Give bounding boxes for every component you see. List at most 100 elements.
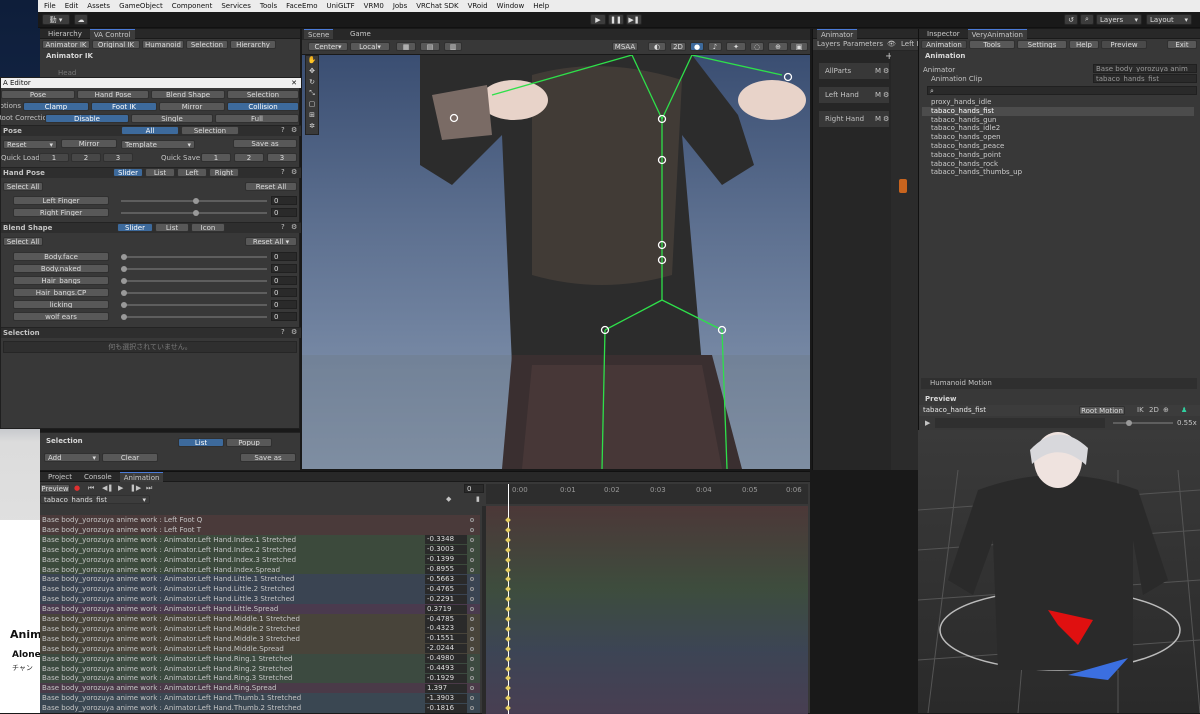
first-key-icon[interactable]: ⏮	[88, 484, 94, 493]
animation-clip-field[interactable]: tabaco_hands_fist	[1093, 74, 1197, 83]
prev-key-icon[interactable]: ◀❚	[102, 484, 113, 492]
animator-ik-tab[interactable]: Animator IK	[42, 40, 90, 49]
blend-list-toggle[interactable]: List	[155, 223, 189, 232]
selection-popup-toggle[interactable]: Popup	[226, 438, 272, 447]
blend-shape-row[interactable]: Hair_bangs	[13, 276, 109, 285]
rotate-tool-icon[interactable]: ↻	[306, 78, 318, 89]
hidden-objects-icon[interactable]: ◌	[750, 42, 764, 51]
property-row[interactable]: Base body_yorozuya anime work : Animator…	[40, 564, 480, 575]
preview-render[interactable]	[918, 430, 1200, 713]
keyframe-toggle-icon[interactable]	[470, 666, 474, 671]
menu-services[interactable]: Services	[221, 2, 251, 10]
preview-timeline[interactable]	[935, 418, 1105, 428]
foot-ik-toggle[interactable]: Foot IK	[91, 102, 157, 111]
root-motion-toggle[interactable]: Root Motion	[1079, 406, 1125, 415]
property-row[interactable]: Base body_yorozuya anime work : Animator…	[40, 584, 480, 595]
property-value[interactable]: 1.397	[425, 683, 467, 693]
quick-load-2[interactable]: 2	[71, 153, 101, 162]
keyframe-toggle-icon[interactable]	[470, 656, 474, 661]
increment-snap-icon[interactable]: ▤	[420, 42, 440, 51]
property-row[interactable]: Base body_yorozuya anime work : Animator…	[40, 574, 480, 585]
clip-list-item[interactable]: tabaco_hands_peace	[922, 142, 1194, 151]
property-row[interactable]: Base body_yorozuya anime work : Animator…	[40, 633, 480, 644]
help-icon[interactable]: ?	[281, 126, 285, 134]
tab-animator[interactable]: Animator	[817, 28, 858, 39]
property-value[interactable]: -0.1929	[425, 673, 467, 683]
quick-load-1[interactable]: 1	[39, 153, 69, 162]
property-row[interactable]: Base body_yorozuya anime work : Animator…	[40, 604, 480, 615]
gear-icon[interactable]: ⚙	[291, 126, 297, 134]
keyframe-toggle-icon[interactable]	[470, 626, 474, 631]
eye-icon[interactable]: 👁	[887, 40, 896, 48]
menu-vroid[interactable]: VRoid	[468, 2, 488, 10]
selection-section-header[interactable]: Selection	[1, 327, 301, 338]
search-icon[interactable]: ⌕	[1080, 14, 1094, 25]
quick-save-2[interactable]: 2	[234, 153, 264, 162]
preview-2d-toggle[interactable]: 2D	[1149, 406, 1159, 414]
gear-icon[interactable]: ⚙	[883, 91, 889, 99]
menu-help[interactable]: Help	[533, 2, 549, 10]
pause-button[interactable]: ❚❚	[608, 14, 624, 25]
humanoid-motion-bar[interactable]: Humanoid Motion	[921, 378, 1197, 389]
root-full-toggle[interactable]: Full	[215, 114, 299, 123]
property-row[interactable]: Base body_yorozuya anime work : Animator…	[40, 663, 480, 674]
shading-mode-icon[interactable]: ◐	[648, 42, 666, 51]
pose-save-as-button[interactable]: Save as	[233, 139, 297, 148]
keyframe-toggle-icon[interactable]	[470, 587, 474, 592]
rect-tool-icon[interactable]: ▢	[306, 100, 318, 111]
menu-vrm0[interactable]: VRM0	[364, 2, 384, 10]
va-tab-animation[interactable]: Animation	[921, 40, 967, 49]
property-row[interactable]: Base body_yorozuya anime work : Animator…	[40, 554, 480, 565]
blend-shape-row[interactable]: Body.face	[13, 252, 109, 261]
hand-slider-toggle[interactable]: Slider	[113, 168, 143, 177]
tab-inspector[interactable]: Inspector	[923, 29, 964, 39]
gear-icon[interactable]: ⚙	[291, 328, 297, 336]
keyframe-toggle-icon[interactable]	[470, 527, 474, 532]
preview-speed-slider[interactable]	[1113, 422, 1173, 424]
hierarchy-subtab[interactable]: Hierarchy	[230, 40, 276, 49]
property-value[interactable]: -0.4785	[425, 614, 467, 624]
clamp-toggle[interactable]: Clamp	[23, 102, 89, 111]
blend-shape-knob[interactable]	[121, 278, 127, 284]
keyframe-toggle-icon[interactable]	[470, 577, 474, 582]
property-row[interactable]: Base body_yorozuya anime work : Animator…	[40, 534, 480, 545]
hand-select-all-button[interactable]: Select All	[3, 182, 43, 191]
keyframe-toggle-icon[interactable]	[470, 597, 474, 602]
layout-dropdown[interactable]: Layout ▾	[1146, 14, 1192, 25]
property-value[interactable]: -2.0244	[425, 644, 467, 654]
property-row[interactable]: Base body_yorozuya anime work : Left Foo…	[40, 524, 480, 535]
gizmos-icon[interactable]: ⊕	[768, 42, 788, 51]
tab-parameters[interactable]: Parameters	[843, 40, 883, 48]
menu-vrchat-sdk[interactable]: VRChat SDK	[416, 2, 458, 10]
animation-section-header[interactable]: Animation	[925, 52, 965, 60]
property-value[interactable]: -0.1399	[425, 555, 467, 565]
right-finger-value[interactable]: 0	[271, 208, 297, 217]
play-button[interactable]: ▶	[590, 14, 606, 25]
property-value[interactable]: -0.1816	[425, 703, 467, 713]
property-row[interactable]: Base body_yorozuya anime work : Animator…	[40, 643, 480, 654]
last-key-icon[interactable]: ⏭	[146, 484, 152, 493]
selection-tab[interactable]: Selection	[186, 40, 228, 49]
property-row[interactable]: Base body_yorozuya anime work : Animator…	[40, 673, 480, 684]
tab-layers[interactable]: Layers	[817, 40, 840, 48]
property-value[interactable]: -0.4980	[425, 654, 467, 664]
property-row[interactable]: Base body_yorozuya anime work : Animator…	[40, 594, 480, 605]
menu-jobs[interactable]: Jobs	[393, 2, 407, 10]
blend-shape-slider[interactable]	[121, 316, 267, 318]
tab-hierarchy[interactable]: Hierarchy	[44, 29, 86, 39]
clip-list-item[interactable]: proxy_hands_idle	[922, 98, 1194, 107]
record-icon[interactable]: ●	[74, 484, 80, 492]
state-node[interactable]	[899, 179, 907, 193]
mirror-toggle[interactable]: Mirror	[159, 102, 225, 111]
selection-save-as-button[interactable]: Save as	[240, 453, 296, 462]
gear-icon[interactable]: ⚙	[291, 223, 297, 231]
camera-icon[interactable]: ▣	[790, 42, 808, 51]
clip-dropdown[interactable]: tabaco_hands_fist ▾	[40, 495, 150, 504]
quick-save-1[interactable]: 1	[201, 153, 231, 162]
blend-shape-knob[interactable]	[121, 266, 127, 272]
audio-icon[interactable]: ♪	[708, 42, 722, 51]
custom-tool-icon[interactable]: ✲	[306, 122, 318, 133]
template-dropdown[interactable]: Template ▾	[121, 140, 195, 149]
gear-icon[interactable]: ⚙	[291, 168, 297, 176]
va-tab-settings[interactable]: Settings	[1017, 40, 1067, 49]
